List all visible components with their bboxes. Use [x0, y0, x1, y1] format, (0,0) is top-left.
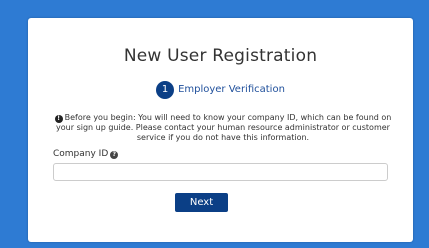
company-id-label-row: Company ID? [53, 149, 119, 160]
step-label: Employer Verification [178, 84, 285, 95]
notice-text: Before you begin: You will need to know … [56, 113, 392, 142]
registration-card: New User Registration 1 Employer Verifica… [28, 18, 413, 242]
step-indicator: 1 Employer Verification [28, 81, 413, 99]
notice-text-block: ! Before you begin: You will need to know… [53, 113, 393, 143]
question-circle-icon[interactable]: ? [110, 151, 119, 159]
company-id-label: Company ID [53, 149, 109, 159]
company-id-input[interactable] [53, 163, 388, 181]
next-button[interactable]: Next [175, 193, 228, 212]
step-number-badge: 1 [156, 81, 175, 99]
info-circle-icon: ! [54, 115, 63, 123]
page-title: New User Registration [123, 46, 318, 66]
